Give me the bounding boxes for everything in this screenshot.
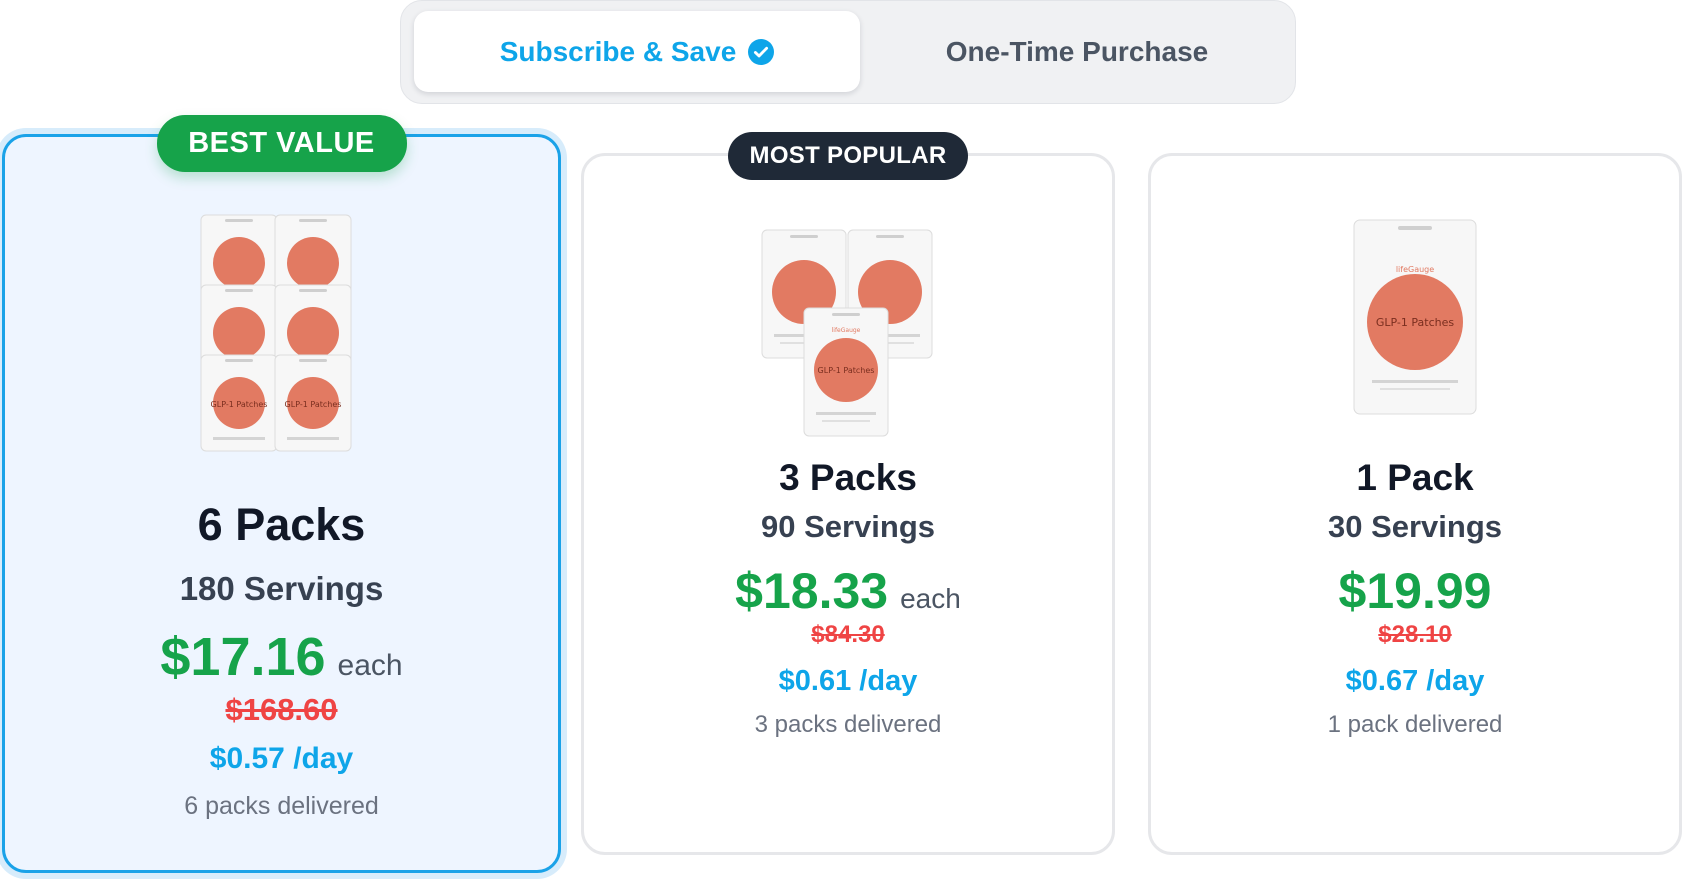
brand-label: lifeGauge	[832, 327, 861, 334]
most-popular-badge: MOST POPULAR	[728, 132, 968, 180]
delivery-note: 6 packs delivered	[184, 792, 379, 820]
subscribe-save-option[interactable]: Subscribe & Save	[414, 11, 860, 92]
product-pouch-six-pack-image: GLP-1 Patches GLP-1 Patches	[200, 214, 351, 452]
pack-quantity: 6 Packs	[197, 499, 366, 550]
servings-count: 30 Servings	[1327, 509, 1503, 544]
price-each: $17.16	[160, 627, 326, 687]
brand-label: lifeGauge	[1396, 265, 1434, 274]
price-each: $19.99	[1338, 563, 1492, 619]
product-pouch-three-pack-image: GLP-1 Patches lifeGauge	[761, 229, 933, 437]
original-price: $168.60	[225, 692, 338, 727]
original-price: $28.10	[1378, 621, 1452, 648]
best-value-badge: BEST VALUE	[156, 115, 407, 172]
one-time-purchase-label: One-Time Purchase	[945, 35, 1209, 67]
price-each: $18.33	[735, 563, 889, 619]
offer-card-1-pack[interactable]: lifeGauge GLP-1 Patches 1 Pack 30 Servin…	[1148, 153, 1682, 855]
purchase-type-toggle: Subscribe & Save One-Time Purchase	[400, 0, 1296, 104]
product-pouch-single-image: lifeGauge GLP-1 Patches	[1353, 219, 1477, 415]
per-day-price: $0.61 /day	[778, 665, 918, 697]
one-time-purchase-option[interactable]: One-Time Purchase	[861, 11, 1293, 92]
delivery-note: 3 packs delivered	[754, 711, 942, 738]
subscribe-save-label: Subscribe & Save	[499, 35, 737, 67]
offer-card-6-packs[interactable]: BEST VALUE GLP-1 Patches GLP-1 Patches 6…	[2, 115, 561, 873]
price-each-suffix: each	[900, 583, 961, 614]
servings-count: 180 Servings	[179, 570, 384, 607]
per-day-price: $0.57 /day	[209, 742, 354, 775]
pouch-label: GLP-1 Patches	[1376, 316, 1454, 329]
delivery-note: 1 pack delivered	[1327, 711, 1503, 738]
pouch-label: GLP-1 Patches	[818, 366, 875, 375]
pack-quantity: 1 Pack	[1356, 457, 1474, 498]
price-each-suffix: each	[337, 649, 403, 682]
per-day-price: $0.67 /day	[1345, 665, 1485, 697]
pouch-label: GLP-1 Patches	[210, 400, 267, 409]
pouch-label: GLP-1 Patches	[284, 400, 341, 409]
pack-quantity: 3 Packs	[779, 457, 917, 498]
offer-card-3-packs[interactable]: MOST POPULAR GLP-1 Patches lifeGauge 3 P…	[581, 132, 1115, 855]
servings-count: 90 Servings	[760, 509, 936, 544]
original-price: $84.30	[811, 621, 885, 648]
check-circle-icon	[748, 38, 775, 65]
